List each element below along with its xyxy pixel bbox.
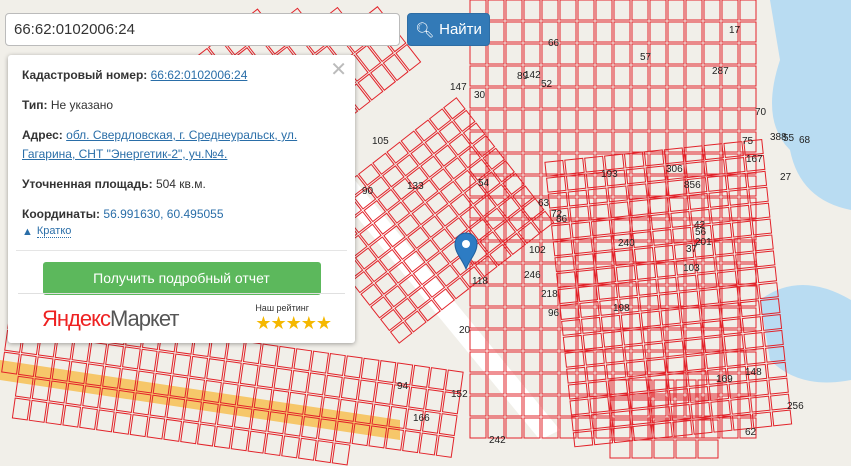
cadastral-label: Кадастровый номер:: [22, 68, 148, 82]
parcel-label: 62: [745, 427, 757, 438]
parcel-label: 166: [413, 413, 430, 424]
yandex-market-logo[interactable]: ЯндексМаркет: [42, 306, 179, 332]
parcel-info-popup: ✕ Кадастровый номер: 66:62:0102006:24 Ти…: [8, 55, 355, 343]
rating-label: Наш рейтинг: [255, 303, 309, 313]
parcel-label: 147: [450, 82, 467, 93]
cadastral-search-input[interactable]: [5, 13, 400, 46]
parcel-label: 56: [695, 227, 707, 238]
parcel-label: 66: [548, 38, 560, 49]
parcel-label: 57: [640, 52, 652, 63]
parcel-label: 86: [556, 214, 568, 225]
coords-value: 56.991630, 60.495055: [103, 207, 224, 221]
brief-toggle[interactable]: ▲ Кратко: [22, 225, 341, 238]
area-value: 504 кв.м.: [155, 177, 206, 191]
parcel-label: 30: [474, 90, 486, 101]
coords-label: Координаты:: [22, 207, 101, 221]
parcel-label: 201: [695, 237, 712, 248]
search-button[interactable]: 🔍︎ Найти: [407, 13, 490, 46]
parcel-label: 856: [684, 180, 701, 191]
parcel-label: 105: [372, 136, 389, 147]
parcel-label: 90: [362, 186, 374, 197]
parcel-label: 94: [397, 381, 409, 392]
parcel-label: 167: [746, 154, 763, 165]
type-label: Тип:: [22, 98, 48, 112]
parcel-label: 96: [548, 308, 560, 319]
parcel-label: 242: [489, 435, 506, 446]
close-icon[interactable]: ✕: [330, 57, 347, 82]
type-value: Не указано: [50, 98, 114, 112]
parcel-label: 198: [613, 303, 630, 314]
get-report-button[interactable]: Получить подробный отчет: [42, 262, 321, 295]
parcel-label: 37: [686, 244, 698, 255]
parcel-label: 63: [538, 198, 550, 209]
parcel-label: 52: [541, 79, 553, 90]
parcel-label: 218: [541, 289, 558, 300]
parcel-label: 133: [407, 181, 424, 192]
parcel-label: 17: [729, 25, 741, 36]
rating-stars-icon: ★★★★★: [255, 313, 332, 333]
area-label: Уточненная площадь:: [22, 177, 153, 191]
parcel-label: 388: [770, 132, 787, 143]
search-icon: 🔍︎: [415, 21, 435, 39]
parcel-label: 102: [529, 245, 546, 256]
parcel-label: 169: [716, 374, 733, 385]
caret-up-icon: ▲: [22, 225, 33, 238]
parcel-label: 246: [524, 270, 541, 281]
parcel-label: 54: [478, 178, 490, 189]
cadastral-number-link[interactable]: 66:62:0102006:24: [151, 68, 248, 82]
parcel-label: 70: [755, 107, 767, 118]
parcel-label: 27: [780, 172, 792, 183]
parcel-label: 20: [459, 325, 471, 336]
address-link[interactable]: обл. Свердловская, г. Среднеуральск, ул.…: [22, 128, 297, 161]
divider: [16, 250, 347, 251]
parcel-label: 152: [451, 389, 468, 400]
parcel-label: 287: [712, 66, 729, 77]
parcel-label: 306: [666, 164, 683, 175]
parcel-label: 256: [787, 401, 804, 412]
parcel-label: 75: [742, 136, 754, 147]
popup-footer: ЯндексМаркет Наш рейтинг ★★★★★: [18, 293, 345, 343]
address-label: Адрес:: [22, 128, 63, 142]
parcel-label: 68: [799, 135, 811, 146]
parcel-label: 240: [618, 238, 635, 249]
brief-label: Кратко: [36, 225, 72, 238]
rating: Наш рейтинг ★★★★★: [255, 303, 332, 334]
search-button-label: Найти: [439, 21, 482, 38]
parcel-label: 118: [472, 276, 488, 287]
parcel-label: 103: [683, 263, 700, 274]
parcel-label: 142: [524, 70, 541, 81]
parcel-label: 148: [745, 367, 762, 378]
parcel-label: 193: [601, 169, 618, 180]
